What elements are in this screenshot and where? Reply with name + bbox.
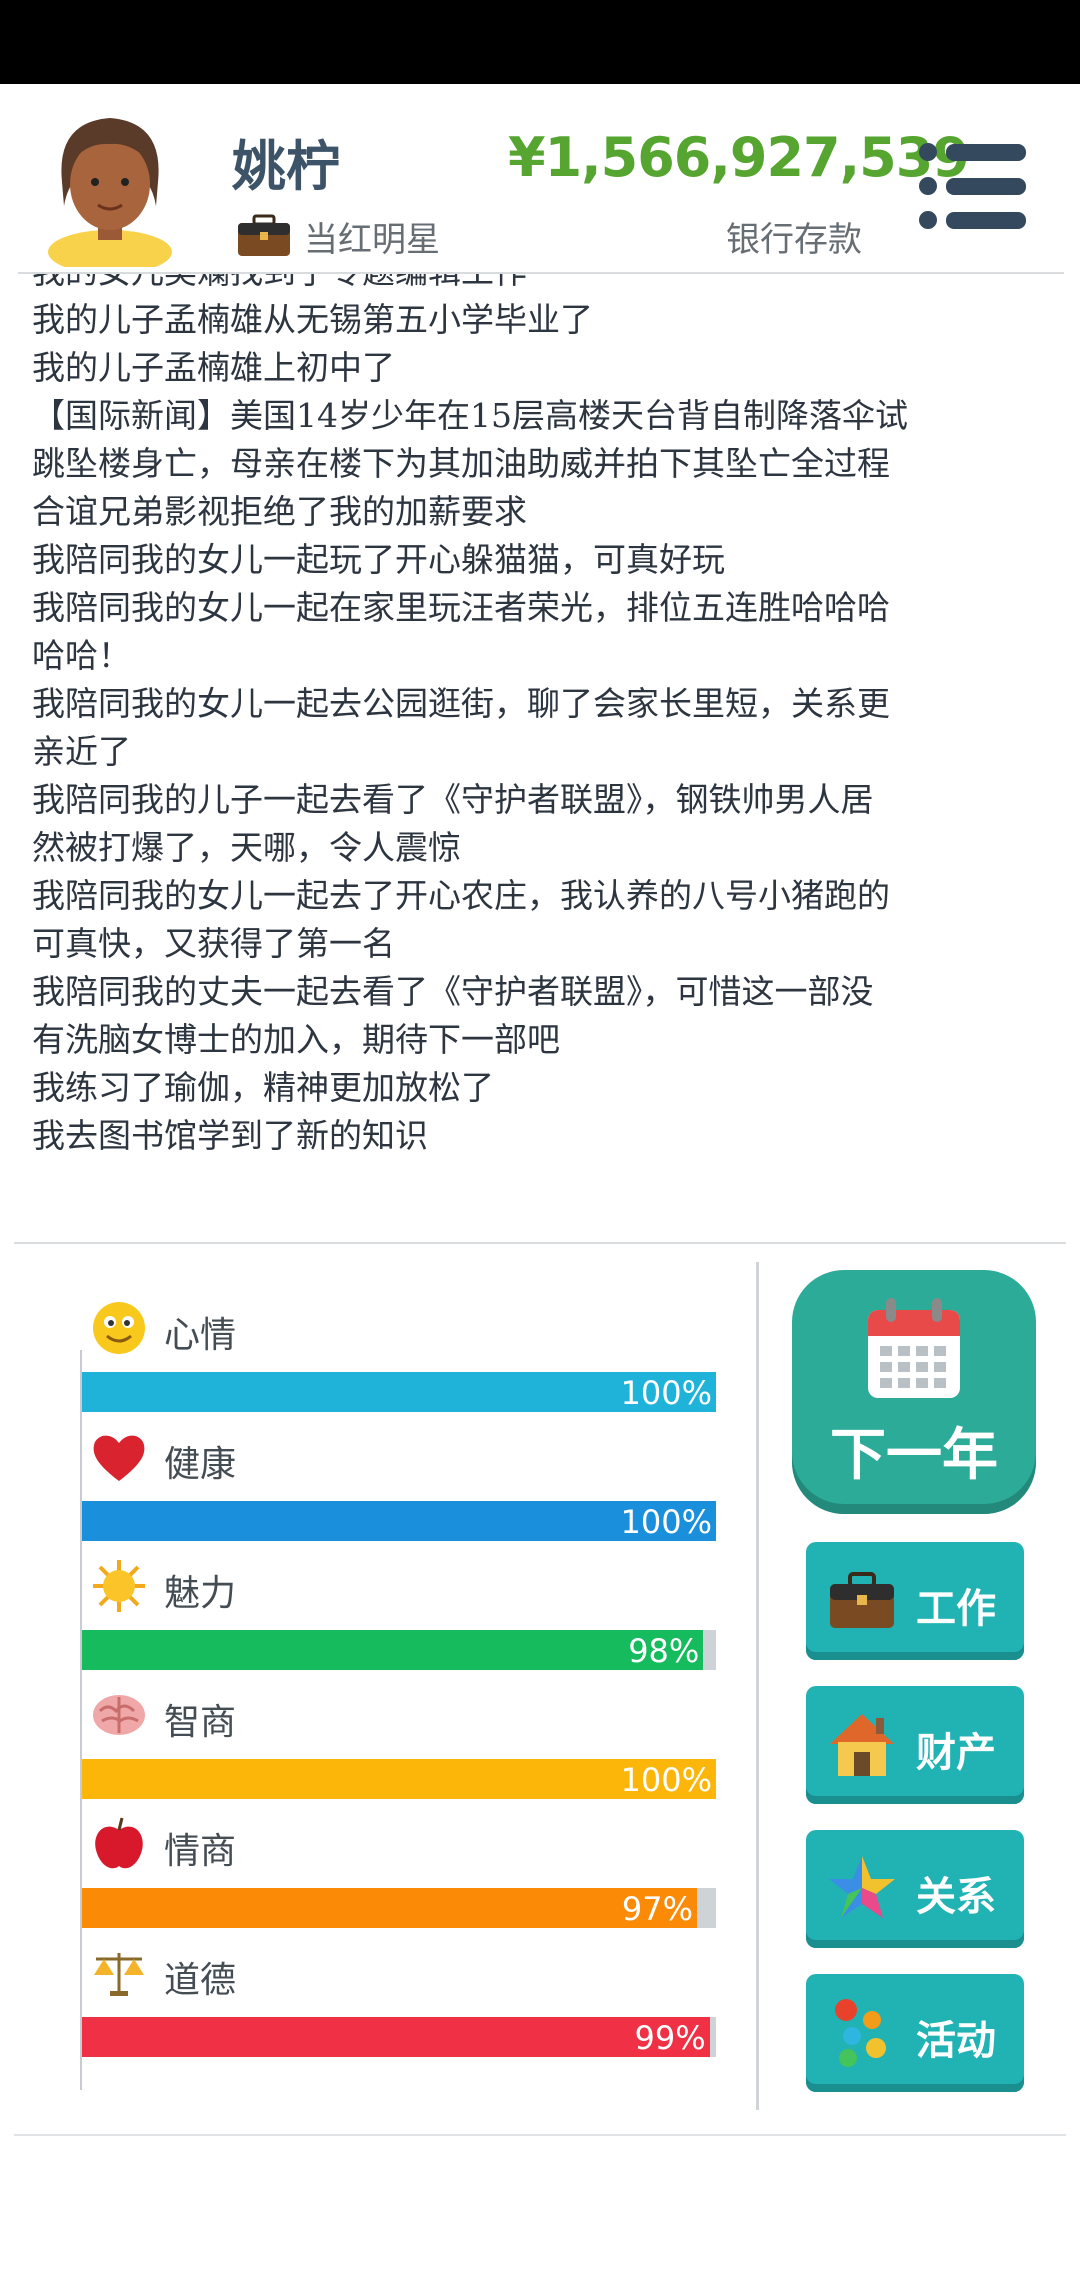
stat-bar-fill: 98% xyxy=(82,1630,704,1670)
log-entry: 我陪同我的女儿一起去了开心农庄，我认养的八号小猪跑的 xyxy=(32,876,890,915)
briefcase-icon xyxy=(830,1572,894,1628)
log-entry: 【国际新闻】美国14岁少年在15层高楼天台背自制降落伞试 xyxy=(32,396,908,435)
brain-icon xyxy=(93,1695,145,1735)
log-entry: 我陪同我的丈夫一起去看了《守护者联盟》，可惜这一部没 xyxy=(32,972,874,1011)
stat-0: 心情 100% xyxy=(80,1300,720,1420)
log-entry: 然被打爆了，天哪，令人震惊 xyxy=(32,828,461,867)
career-title: 当红明星 xyxy=(304,220,440,260)
stat-bar: 97% xyxy=(82,1888,716,1928)
panel-divider xyxy=(756,1262,759,2110)
star-icon xyxy=(829,1856,895,1918)
bank-balance-label: 银行存款 xyxy=(726,220,862,260)
stat-5: 道德 99% xyxy=(80,1945,720,2065)
stat-bar: 98% xyxy=(82,1630,716,1670)
menu-icon[interactable] xyxy=(918,140,1028,232)
event-log[interactable]: 我的女儿吴斓找到了专题编辑工作我的儿子孟楠雄从无锡第五小学毕业了我的儿子孟楠雄上… xyxy=(14,274,1054,1234)
log-entry: 我练习了瑜伽，精神更加放松了 xyxy=(32,1068,494,1107)
stat-value: 100% xyxy=(620,1374,712,1412)
stat-value: 98% xyxy=(628,1632,700,1670)
stat-label: 道德 xyxy=(164,1960,237,2001)
log-entry: 我去图书馆学到了新的知识 xyxy=(32,1116,428,1155)
stat-bar-fill: 100% xyxy=(82,1501,716,1541)
stat-bar-fill: 100% xyxy=(82,1759,716,1799)
stat-1: 健康 100% xyxy=(80,1429,720,1549)
log-entry: 合谊兄弟影视拒绝了我的加薪要求 xyxy=(32,492,527,531)
log-entry: 亲近了 xyxy=(32,732,131,771)
briefcase-icon xyxy=(238,214,290,256)
heart-icon xyxy=(93,1435,145,1481)
log-entry: 我的儿子孟楠雄上初中了 xyxy=(32,348,395,387)
stat-3: 智商 100% xyxy=(80,1687,720,1807)
bottom-divider xyxy=(14,2134,1066,2136)
apple-icon xyxy=(95,1817,143,1869)
female-avatar-icon[interactable] xyxy=(40,102,180,267)
stat-bar-fill: 99% xyxy=(82,2017,710,2057)
sun-icon xyxy=(93,1560,145,1612)
log-entry: 我的儿子孟楠雄从无锡第五小学毕业了 xyxy=(32,300,593,339)
next-year-label: 下一年 xyxy=(830,1423,998,1488)
stat-label: 健康 xyxy=(164,1444,237,1485)
dots-icon xyxy=(835,1999,886,2067)
assets-label: 财产 xyxy=(916,1730,996,1776)
smiley-icon xyxy=(93,1302,145,1354)
work-button[interactable]: 工作 xyxy=(806,1542,1024,1660)
log-entry: 我陪同我的女儿一起去公园逛街，聊了会家长里短，关系更 xyxy=(32,684,890,723)
stat-bar: 100% xyxy=(82,1501,716,1541)
stat-bar: 99% xyxy=(82,2017,716,2057)
house-icon xyxy=(830,1714,894,1776)
character-name: 姚柠 xyxy=(232,135,340,198)
stat-value: 99% xyxy=(634,2019,706,2057)
status-bar xyxy=(0,0,1080,84)
log-entry: 我陪同我的女儿一起玩了开心躲猫猫，可真好玩 xyxy=(32,540,725,579)
log-entry: 我的女儿吴斓找到了专题编辑工作 xyxy=(32,274,1054,296)
log-entry: 可真快，又获得了第一名 xyxy=(32,924,395,963)
assets-button[interactable]: 财产 xyxy=(806,1686,1024,1804)
stat-2: 魅力 98% xyxy=(80,1558,720,1678)
stat-label: 情商 xyxy=(164,1831,237,1872)
next-year-button[interactable]: 下一年 xyxy=(792,1270,1036,1514)
stat-bar-fill: 100% xyxy=(82,1372,716,1412)
stat-value: 100% xyxy=(620,1761,712,1799)
stat-value: 97% xyxy=(621,1890,693,1928)
log-entry: 哈哈！ xyxy=(32,636,131,675)
log-entry: 我陪同我的儿子一起去看了《守护者联盟》，钢铁帅男人居 xyxy=(32,780,874,819)
relations-label: 关系 xyxy=(916,1874,996,1920)
stat-label: 智商 xyxy=(164,1702,237,1743)
stat-label: 心情 xyxy=(164,1315,237,1356)
stat-4: 情商 97% xyxy=(80,1816,720,1936)
event-log-list: 我的女儿吴斓找到了专题编辑工作我的儿子孟楠雄从无锡第五小学毕业了我的儿子孟楠雄上… xyxy=(32,274,1054,1160)
profile-header: 姚柠 当红明星 ¥1,566,927,539 银行存款 xyxy=(0,84,1080,274)
log-entry: 我陪同我的女儿一起在家里玩汪者荣光，排位五连胜哈哈哈 xyxy=(32,588,890,627)
stat-bar-fill: 97% xyxy=(82,1888,697,1928)
stat-bar: 100% xyxy=(82,1372,716,1412)
section-divider xyxy=(14,1242,1066,1244)
calendar-icon xyxy=(868,1298,960,1398)
stat-bar: 100% xyxy=(82,1759,716,1799)
stat-label: 魅力 xyxy=(164,1573,237,1614)
attribute-panel: 心情 100% 健康 100% 魅力 98% 智商 100% 情商 97% 道德 99% xyxy=(80,1300,720,2090)
work-label: 工作 xyxy=(916,1586,996,1632)
activities-label: 活动 xyxy=(916,2018,996,2064)
log-entry: 跳坠楼身亡，母亲在楼下为其加油助威并拍下其坠亡全过程 xyxy=(32,444,890,483)
bank-balance: ¥1,566,927,539 xyxy=(508,126,970,189)
log-entry: 有洗脑女博士的加入，期待下一部吧 xyxy=(32,1020,560,1059)
scales-icon xyxy=(94,1953,144,1996)
relations-button[interactable]: 关系 xyxy=(806,1830,1024,1948)
activities-button[interactable]: 活动 xyxy=(806,1974,1024,2092)
stat-value: 100% xyxy=(620,1503,712,1541)
